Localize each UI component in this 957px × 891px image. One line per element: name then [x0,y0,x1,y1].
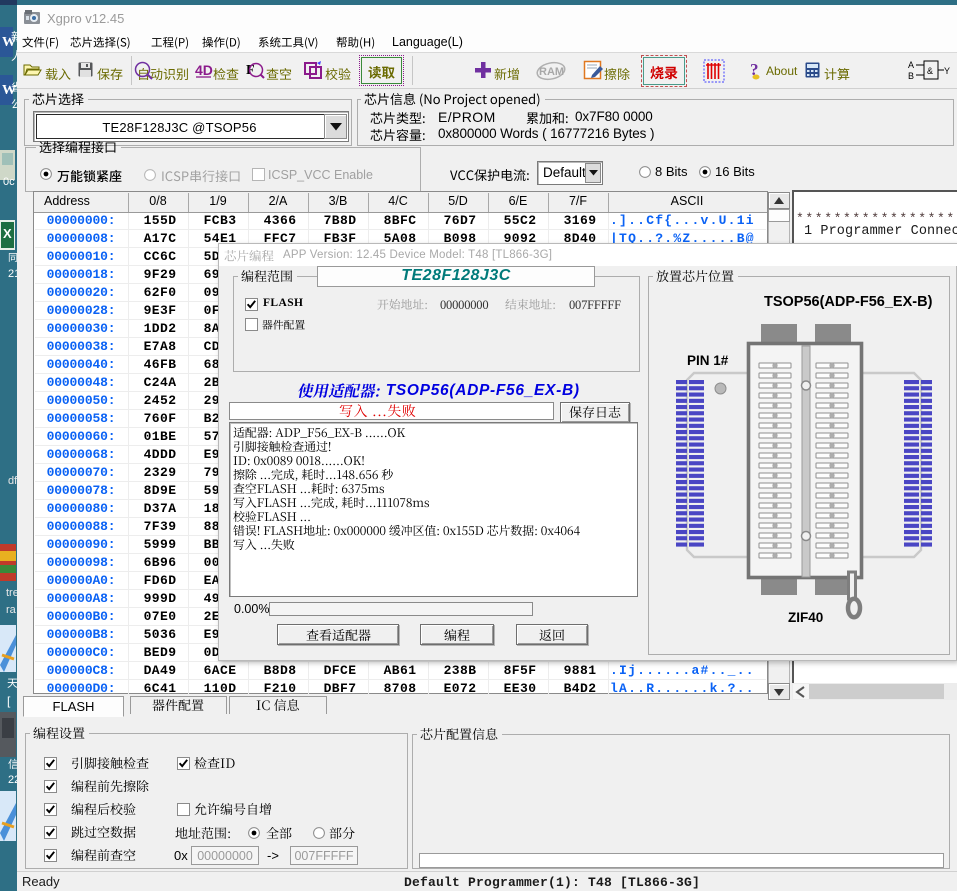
svg-text:B: B [908,71,914,81]
svg-text:A: A [908,60,914,70]
svg-text:4D: 4D [195,62,213,78]
svg-text:RAM: RAM [539,66,564,78]
svg-text:&: & [927,66,933,76]
svg-text:Y: Y [944,66,950,76]
